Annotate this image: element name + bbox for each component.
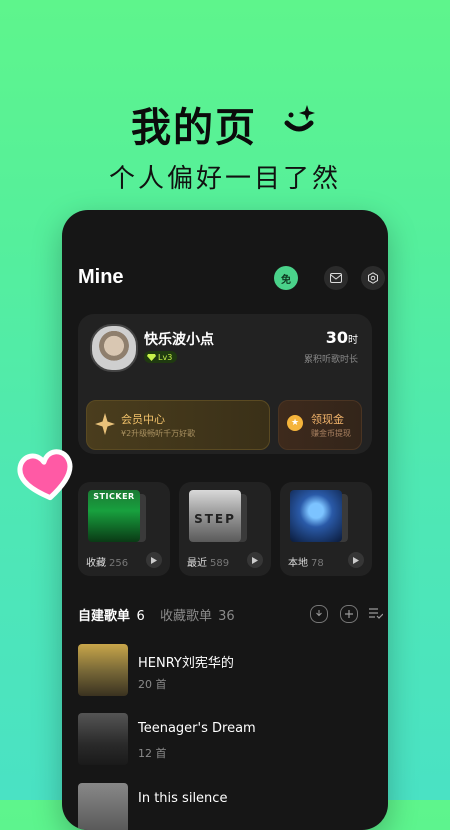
list-check-icon <box>369 608 383 619</box>
page-title: Mine <box>78 266 124 288</box>
local-tile[interactable]: 本地 78 <box>280 482 372 576</box>
playlist-title: Teenager's Dream <box>138 721 256 736</box>
recent-label-text: 最近 <box>187 558 207 569</box>
playlist-manage-button[interactable] <box>368 605 384 621</box>
local-count: 78 <box>311 558 324 569</box>
sparkle-icon <box>95 413 115 439</box>
phone-mockup: Mine 免 快乐波小点 Lv3 30时 累积听歌时长 会员中心 ¥2升级畅听千… <box>62 210 388 830</box>
level-text: Lv3 <box>158 352 173 362</box>
tab-created-label: 自建歌单 <box>78 609 131 624</box>
earn-cash-card[interactable]: ★ 领现金 赚金币提现 <box>278 400 362 450</box>
playlist-cover <box>78 644 128 696</box>
favorites-label: 收藏 256 <box>86 554 128 569</box>
favorites-count: 256 <box>109 558 129 569</box>
recent-cover-text: STEP <box>194 512 236 526</box>
playlist-title: In this silence <box>138 791 228 806</box>
playlist-cover <box>78 783 128 830</box>
level-badge: Lv3 <box>144 351 178 363</box>
mail-button[interactable] <box>324 266 348 290</box>
play-local-button[interactable] <box>348 552 364 568</box>
recent-count: 589 <box>210 558 230 569</box>
free-mode-badge[interactable]: 免 <box>274 266 298 290</box>
playlist-count: 20 首 <box>138 678 167 691</box>
smile-logo-icon <box>279 101 319 151</box>
tab-created-count: 6 <box>136 609 145 624</box>
playlist-import-button[interactable] <box>310 605 328 623</box>
local-label: 本地 78 <box>288 554 324 569</box>
import-icon <box>316 610 322 617</box>
earn-cash-subtitle: 赚金币提现 <box>311 429 351 438</box>
play-icon <box>151 556 157 564</box>
recent-tile[interactable]: STEP 最近 589 <box>179 482 271 576</box>
list-item[interactable]: Teenager's Dream 12 首 <box>78 713 374 769</box>
promo-title-text: 我的页 <box>131 105 258 151</box>
mail-icon <box>330 273 342 283</box>
play-icon <box>252 556 258 564</box>
local-label-text: 本地 <box>288 558 308 569</box>
playlist-add-button[interactable] <box>340 605 358 623</box>
avatar[interactable] <box>90 324 138 372</box>
play-recent-button[interactable] <box>247 552 263 568</box>
playlist-count: 12 首 <box>138 747 167 760</box>
heart-sticker-icon <box>16 446 76 502</box>
vip-center-card[interactable]: 会员中心 ¥2升级畅听千万好歌 <box>86 400 270 450</box>
favorites-cover: STICKER <box>88 490 140 542</box>
promo-subtitle: 个人偏好一目了然 <box>108 164 341 194</box>
username: 快乐波小点 <box>144 332 214 348</box>
listen-time-unit: 时 <box>348 335 358 346</box>
promo-title: 我的页 <box>0 95 450 155</box>
favorites-tile[interactable]: STICKER 收藏 256 <box>78 482 170 576</box>
favorites-label-text: 收藏 <box>86 558 106 569</box>
earn-cash-title: 领现金 <box>311 413 344 426</box>
tab-collected-playlists[interactable]: 收藏歌单 36 <box>160 605 235 624</box>
favorites-cover-text: STICKER <box>93 492 135 501</box>
playlist-tabs: 自建歌单 6 收藏歌单 36 <box>78 605 383 625</box>
profile-card[interactable]: 快乐波小点 Lv3 30时 累积听歌时长 会员中心 ¥2升级畅听千万好歌 ★ 领… <box>78 314 372 454</box>
vip-subtitle: ¥2升级畅听千万好歌 <box>121 429 196 438</box>
coin-icon: ★ <box>287 415 303 431</box>
tab-created-playlists[interactable]: 自建歌单 6 <box>78 605 145 624</box>
diamond-icon <box>147 353 156 361</box>
local-cover <box>290 490 342 542</box>
settings-button[interactable] <box>361 266 385 290</box>
recent-cover: STEP <box>189 490 241 542</box>
app-header: Mine 免 <box>78 266 385 294</box>
list-item[interactable]: In this silence <box>78 783 374 830</box>
list-item[interactable]: HENRY刘宪华的 20 首 <box>78 644 374 700</box>
listen-time-label: 累积听歌时长 <box>303 355 358 365</box>
tab-collected-count: 36 <box>218 609 235 624</box>
plus-icon <box>345 610 353 618</box>
listen-time-value: 30时 <box>326 328 358 347</box>
play-icon <box>353 556 359 564</box>
playlist-title: HENRY刘宪华的 <box>138 656 234 671</box>
listen-time-number: 30 <box>325 328 348 347</box>
recent-label: 最近 589 <box>187 554 229 569</box>
vip-title: 会员中心 <box>121 413 165 426</box>
tab-collected-label: 收藏歌单 <box>160 609 213 624</box>
settings-icon <box>368 272 378 284</box>
play-favorites-button[interactable] <box>146 552 162 568</box>
playlist-cover <box>78 713 128 765</box>
